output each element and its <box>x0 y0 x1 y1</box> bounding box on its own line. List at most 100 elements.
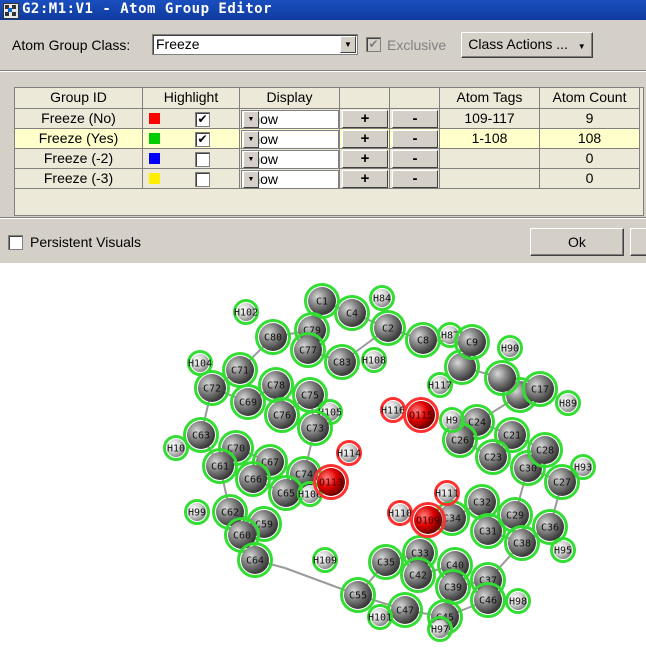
atom-c61[interactable]: C61 <box>202 448 238 484</box>
remove-button[interactable]: - <box>392 170 438 188</box>
chevron-down-icon[interactable]: ▼ <box>243 111 259 128</box>
atom-c32[interactable]: C32 <box>464 484 500 520</box>
atom-c66[interactable]: C66 <box>235 461 271 497</box>
exclusive-checkbox[interactable]: ✔ <box>366 37 381 52</box>
display-select[interactable]: Show ▼ <box>241 170 339 189</box>
chevron-down-icon: ▼ <box>577 42 586 51</box>
atom-h98[interactable]: H98 <box>505 588 531 614</box>
atom-c83[interactable]: C83 <box>324 344 360 380</box>
atom-c2[interactable]: C2 <box>370 310 406 346</box>
atom-group-class-select[interactable]: Freeze ▼ <box>152 34 358 55</box>
svg-text:C71: C71 <box>231 366 249 377</box>
atom-h9[interactable]: H9 <box>439 407 465 433</box>
atom-h93[interactable]: H93 <box>570 454 596 480</box>
header-atom-tags[interactable]: Atom Tags <box>440 88 540 109</box>
atom-c8[interactable]: C8 <box>405 322 441 358</box>
svg-text:C23: C23 <box>484 453 502 464</box>
atom-c28[interactable]: C28 <box>527 432 563 468</box>
chevron-down-icon[interactable]: ▼ <box>340 36 356 53</box>
atom-group-class-label: Atom Group Class: <box>12 37 131 53</box>
cancel-button-partial[interactable] <box>630 228 646 256</box>
atom-h84[interactable]: H84 <box>369 285 395 311</box>
color-swatch[interactable] <box>149 133 160 144</box>
atom-c69[interactable]: C69 <box>230 384 266 420</box>
atom-c72[interactable]: C72 <box>194 370 230 406</box>
svg-text:C17: C17 <box>531 385 549 396</box>
atom-c76[interactable]: C76 <box>264 397 300 433</box>
chevron-down-icon[interactable]: ▼ <box>243 131 259 148</box>
atom-h99[interactable]: H99 <box>184 499 210 525</box>
header-remove[interactable] <box>390 88 440 109</box>
atom-c4[interactable]: C4 <box>334 295 370 331</box>
atom-h111[interactable]: H111 <box>434 480 460 506</box>
atom-h114[interactable]: H114 <box>336 440 362 466</box>
atom-h95[interactable]: H95 <box>550 537 576 563</box>
atom-h117[interactable]: H117 <box>427 372 453 398</box>
highlight-checkbox[interactable]: ✔ <box>195 132 210 147</box>
svg-text:O115: O115 <box>409 411 433 422</box>
add-button[interactable]: + <box>342 110 388 128</box>
chevron-down-icon[interactable]: ▼ <box>243 171 259 188</box>
header-add[interactable] <box>340 88 390 109</box>
atom-c77[interactable]: C77 <box>290 332 326 368</box>
svg-text:C73: C73 <box>306 424 324 435</box>
highlight-checkbox[interactable] <box>195 172 210 187</box>
atom-h10[interactable]: H10 <box>163 435 189 461</box>
display-select[interactable]: Show ▼ <box>241 150 339 169</box>
atom-c23[interactable]: C23 <box>475 439 511 475</box>
add-button[interactable]: + <box>342 150 388 168</box>
highlight-checkbox[interactable] <box>195 152 210 167</box>
atom-carbon[interactable] <box>484 360 520 396</box>
atom-c9[interactable]: C9 <box>454 324 490 360</box>
ok-button[interactable]: Ok <box>530 228 624 256</box>
display-select[interactable]: Show ▼ <box>241 110 339 129</box>
atom-h101[interactable]: H101 <box>367 604 393 630</box>
remove-button[interactable]: - <box>392 150 438 168</box>
atom-h102[interactable]: H102 <box>233 299 259 325</box>
color-swatch[interactable] <box>149 153 160 164</box>
atom-h109[interactable]: H109 <box>312 547 338 573</box>
atom-o115[interactable]: O115 <box>403 397 439 433</box>
atom-h110[interactable]: H110 <box>387 500 413 526</box>
atom-c17[interactable]: C17 <box>522 371 558 407</box>
remove-button[interactable]: - <box>392 110 438 128</box>
atom-c35[interactable]: C35 <box>368 544 404 580</box>
atom-h90[interactable]: H90 <box>497 335 523 361</box>
remove-button[interactable]: - <box>392 130 438 148</box>
add-button[interactable]: + <box>342 170 388 188</box>
atom-c55[interactable]: C55 <box>340 577 376 613</box>
atom-c80[interactable]: C80 <box>255 319 291 355</box>
class-actions-button[interactable]: Class Actions ... ▼ <box>461 32 593 58</box>
header-group-id[interactable]: Group ID <box>15 88 143 109</box>
header-highlight[interactable]: Highlight <box>143 88 240 109</box>
highlight-cell <box>143 149 240 169</box>
atom-c39[interactable]: C39 <box>435 569 471 605</box>
color-swatch[interactable] <box>149 113 160 124</box>
svg-text:H108: H108 <box>362 356 386 367</box>
highlight-checkbox[interactable]: ✔ <box>195 112 210 127</box>
svg-text:C75: C75 <box>301 391 319 402</box>
persistent-visuals-checkbox[interactable] <box>8 235 23 250</box>
molecule-viewer[interactable]: C1 H84H102 C4C2C80C79C8 H87C9H90C77C83 H108H… <box>0 265 646 658</box>
atom-c64[interactable]: C64 <box>237 542 273 578</box>
atom-c73[interactable]: C73 <box>297 410 333 446</box>
atom-group-class-value: Freeze <box>156 36 200 52</box>
atom-h108[interactable]: H108 <box>361 347 387 373</box>
atom-c63[interactable]: C63 <box>183 417 219 453</box>
svg-text:H99: H99 <box>188 508 206 519</box>
atom-c46[interactable]: C46 <box>470 582 506 618</box>
header-atom-count[interactable]: Atom Count <box>540 88 640 109</box>
atom-o109[interactable]: O109 <box>410 502 446 538</box>
atom-c27[interactable]: C27 <box>544 464 580 500</box>
color-swatch[interactable] <box>149 173 160 184</box>
add-button[interactable]: + <box>342 130 388 148</box>
atom-h97[interactable]: H97 <box>427 616 453 642</box>
atom-o113[interactable]: O113 <box>313 464 349 500</box>
display-select[interactable]: Show ▼ <box>241 130 339 149</box>
header-display[interactable]: Display <box>240 88 340 109</box>
chevron-down-icon[interactable]: ▼ <box>243 151 259 168</box>
atom-c47[interactable]: C47 <box>387 592 423 628</box>
atom-c42[interactable]: C42 <box>400 557 436 593</box>
atom-h89[interactable]: H89 <box>555 390 581 416</box>
atom-h116[interactable]: H116 <box>380 397 406 423</box>
